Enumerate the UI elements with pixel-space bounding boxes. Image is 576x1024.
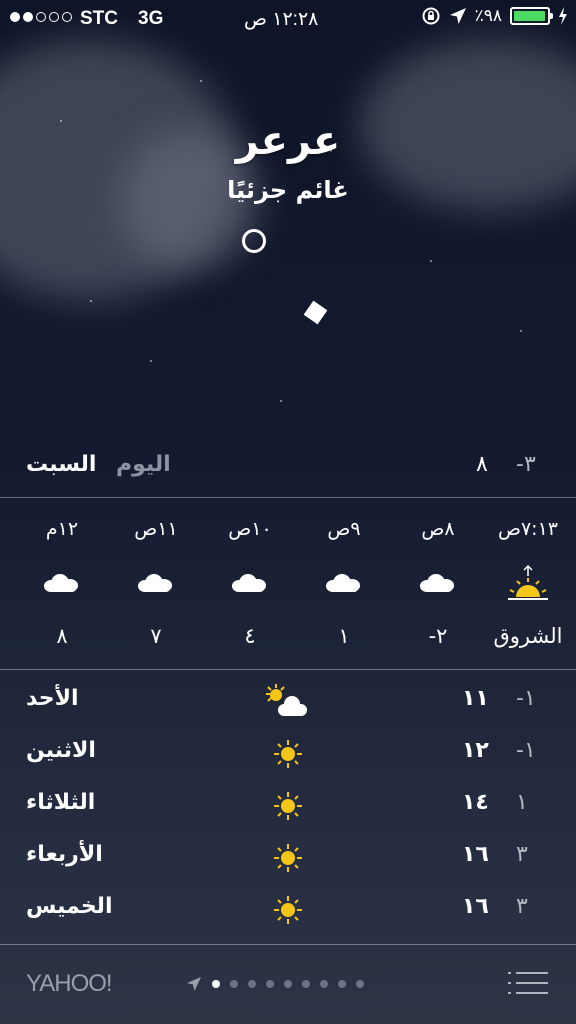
clock: ١٢:٢٨ ص: [244, 9, 319, 30]
cloud-icon: [202, 562, 298, 606]
page-dot[interactable]: [356, 980, 364, 988]
hour-time: ٩ص: [327, 518, 361, 540]
day-high: ١١: [462, 686, 489, 711]
sun-icon: [262, 786, 310, 826]
signal-dot: [62, 12, 72, 22]
signal-dot: [49, 12, 59, 22]
page-indicator[interactable]: [186, 976, 364, 992]
signal-dot: [10, 12, 20, 22]
day-high: ١٤: [462, 790, 489, 815]
charging-bolt-icon: [559, 7, 567, 25]
day-low: -١: [516, 738, 536, 763]
rotation-lock-icon: [422, 7, 440, 25]
hour-time: ١١ص: [134, 518, 178, 540]
day-low: ٣: [516, 842, 528, 867]
cloud-icon: [14, 562, 110, 606]
status-icons: ٪٩٨: [421, 6, 568, 26]
hour-time: ١٢م: [45, 518, 79, 540]
signal-strength: [10, 12, 72, 22]
hour-time: ٨ص: [421, 518, 455, 540]
hour-value: الشروق: [493, 624, 563, 648]
location-arrow-icon: [187, 977, 201, 991]
battery-icon: [510, 7, 553, 25]
star: [280, 400, 282, 402]
page-dot[interactable]: [302, 980, 310, 988]
page-dot[interactable]: [248, 980, 256, 988]
star: [430, 260, 432, 262]
day-row: الخميس ١٦ ٣: [0, 884, 576, 934]
day-row: الثلاثاء ١٤ ١: [0, 780, 576, 830]
star: [520, 330, 522, 332]
city-name: عرعر: [235, 118, 341, 164]
day-row: الاثنين ١٢ -١: [0, 728, 576, 778]
ring-shape: [242, 229, 266, 253]
page-dot[interactable]: [266, 980, 274, 988]
star: [150, 360, 152, 362]
today-high: ٨: [476, 452, 488, 477]
battery-percent: ٪٩٨: [474, 6, 502, 25]
day-name: الأحد: [26, 686, 79, 711]
network-type: 3G: [138, 8, 164, 29]
day-low: -١: [516, 686, 536, 711]
star: [90, 300, 92, 302]
day-row: الأربعاء ١٦ ٣: [0, 832, 576, 882]
page-dot[interactable]: [212, 980, 220, 988]
hour-temp: ٧: [150, 624, 162, 648]
page-dot[interactable]: [338, 980, 346, 988]
sunrise-icon: [480, 562, 576, 606]
day-name: الاثنين: [26, 738, 96, 763]
day-low: ٣: [516, 894, 528, 919]
location-arrow-icon: [449, 8, 466, 24]
divider: [0, 669, 576, 670]
page-dot[interactable]: [284, 980, 292, 988]
day-high: ١٢: [462, 738, 489, 763]
yahoo-logo[interactable]: YAHOO!: [26, 970, 113, 998]
hour-time: ٧:١٣ص: [497, 518, 558, 540]
sun-icon: [262, 838, 310, 878]
sun-icon: [262, 890, 310, 930]
list-menu-button[interactable]: [508, 970, 548, 996]
sun-icon: [262, 734, 310, 774]
hour-temp: ٨: [56, 624, 68, 648]
today-day: السبت: [26, 452, 97, 477]
cloud-icon: [296, 562, 392, 606]
partly-cloudy-icon: [262, 682, 310, 722]
day-high: ١٦: [462, 842, 489, 867]
today-label: اليوم: [116, 452, 171, 477]
weather-condition: غائم جزئيًا: [227, 176, 349, 204]
hour-temp: ١: [338, 624, 350, 648]
today-low: -٣: [516, 452, 536, 477]
footer-toolbar: YAHOO!: [0, 946, 576, 1024]
day-name: الثلاثاء: [26, 790, 96, 815]
divider: [0, 944, 576, 945]
today-summary: السبت اليوم ٨ -٣: [0, 444, 576, 488]
cloud-icon: [390, 562, 486, 606]
hour-time: ١٠ص: [228, 518, 272, 540]
carrier-name: STC: [80, 8, 118, 29]
day-low: ١: [516, 790, 528, 815]
hour-temp: ٤: [244, 624, 256, 648]
status-bar: STC 3G ١٢:٢٨ ص ٪٩٨: [0, 0, 576, 38]
hourly-forecast[interactable]: ٧:١٣ص الشروق ٨ص -٢ ٩ص ١ ١٠ص ٤ ١١ص ٧ ١٢م …: [0, 498, 576, 668]
day-high: ١٦: [462, 894, 489, 919]
day-row: الأحد ١١ -١: [0, 676, 576, 726]
signal-dot: [23, 12, 33, 22]
page-dot[interactable]: [230, 980, 238, 988]
signal-dot: [36, 12, 46, 22]
cloud-icon: [108, 562, 204, 606]
sky-background: [0, 0, 576, 440]
day-name: الخميس: [26, 894, 113, 919]
page-dot[interactable]: [320, 980, 328, 988]
star: [200, 80, 202, 82]
day-name: الأربعاء: [26, 842, 103, 867]
hour-temp: -٢: [428, 624, 448, 648]
